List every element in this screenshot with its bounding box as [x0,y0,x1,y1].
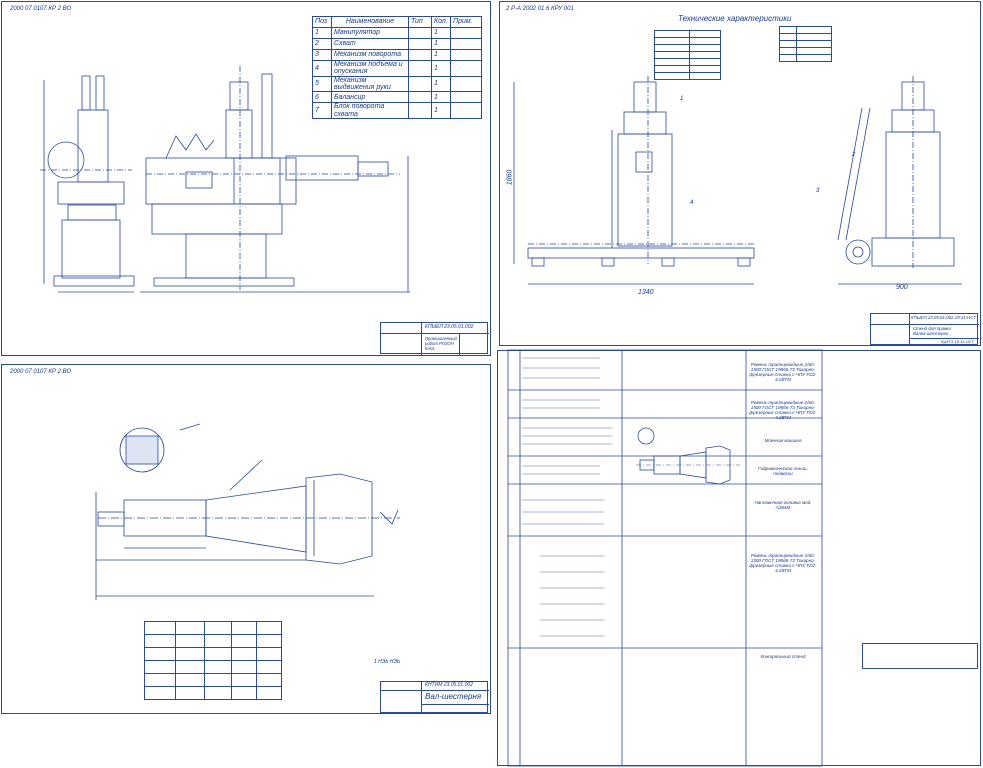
stand-side-view [837,76,962,285]
drawing-linework [40,66,962,767]
robot-front-view [140,66,410,293]
robot-side-view [40,75,135,293]
routing-card-grid [507,349,823,767]
shaft-gear-drawing [95,423,400,600]
stand-front-view [513,76,755,285]
